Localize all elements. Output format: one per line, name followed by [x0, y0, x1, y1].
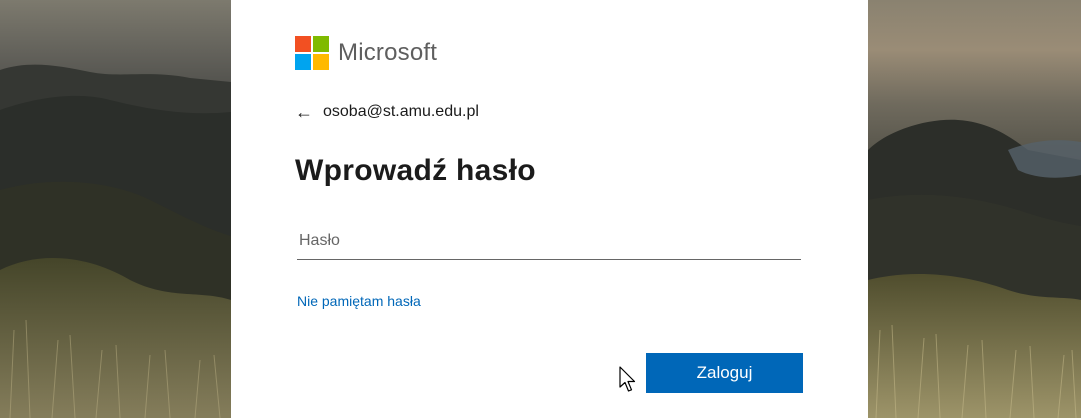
- password-input[interactable]: [297, 222, 801, 260]
- microsoft-logo-icon: [295, 36, 329, 70]
- sign-in-button[interactable]: Zaloguj: [646, 353, 803, 393]
- back-arrow-icon[interactable]: ←: [295, 103, 313, 121]
- sign-in-screen: Microsoft ← osoba@st.amu.edu.pl Wprowadź…: [0, 0, 1081, 418]
- microsoft-logo: Microsoft: [295, 36, 437, 70]
- account-email: osoba@st.amu.edu.pl: [323, 103, 479, 120]
- logo-square-yellow: [313, 54, 329, 70]
- background-image-right: [868, 0, 1081, 418]
- page-title: Wprowadź hasło: [295, 154, 536, 187]
- logo-square-red: [295, 36, 311, 52]
- brand-name: Microsoft: [338, 39, 438, 66]
- forgot-password-link[interactable]: Nie pamiętam hasła: [297, 293, 421, 309]
- sign-in-card: Microsoft ← osoba@st.amu.edu.pl Wprowadź…: [231, 0, 868, 418]
- logo-square-blue: [295, 54, 311, 70]
- mouse-pointer-icon: [619, 366, 636, 392]
- background-image-left: [0, 0, 231, 418]
- identity-banner[interactable]: ← osoba@st.amu.edu.pl: [295, 103, 479, 121]
- logo-square-green: [313, 36, 329, 52]
